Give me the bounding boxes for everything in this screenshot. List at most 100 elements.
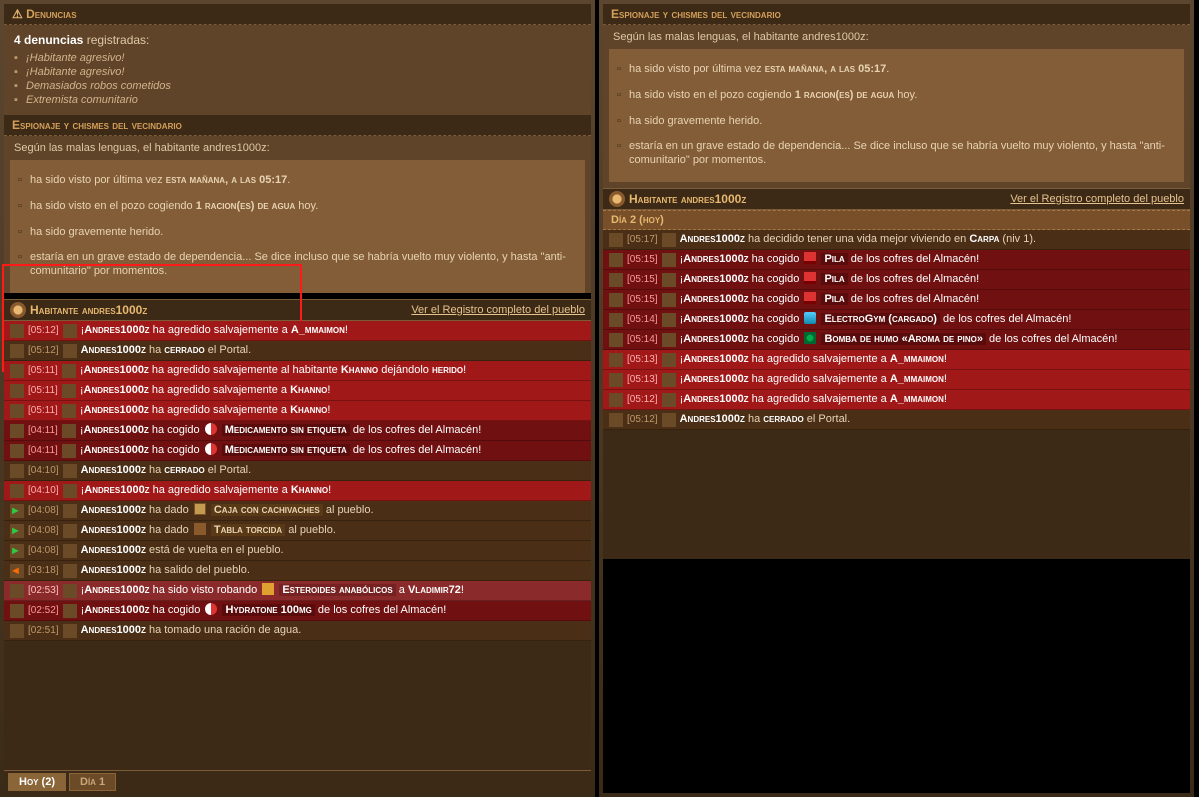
- gossip-item: estaría en un grave estado de dependenci…: [30, 245, 575, 285]
- entry-text: Andres1000z ha dado Caja con cachivaches…: [81, 503, 585, 518]
- citizen-icon: [609, 191, 625, 207]
- log-entry: [05:13]¡Andres1000z ha agredido salvajem…: [603, 350, 1190, 370]
- entry-text: Andres1000z ha cerrado el Portal.: [81, 463, 585, 478]
- entry-icon: [609, 313, 623, 327]
- entry-time: [02:53]: [28, 584, 59, 598]
- entry-sub-icon: [62, 424, 76, 438]
- complaints-title: Denuncias: [4, 4, 591, 25]
- entry-text: Andres1000z ha cerrado el Portal.: [81, 343, 585, 358]
- entry-time: [05:12]: [627, 413, 658, 427]
- entry-icon: [609, 353, 623, 367]
- log-entry: [04:10] Andres1000z ha cerrado el Portal.: [4, 461, 591, 481]
- entry-icon: [609, 293, 623, 307]
- complaint-item: Extremista comunitario: [26, 93, 581, 107]
- entry-sub-icon: [62, 444, 76, 458]
- entry-time: [02:52]: [28, 604, 59, 618]
- entry-sub-icon: [62, 404, 76, 418]
- gossip-item: ha sido gravemente herido.: [629, 109, 1174, 135]
- entry-time: [05:13]: [627, 373, 658, 387]
- entry-text: ¡Andres1000z ha cogido Bomba de humo «Ar…: [680, 332, 1184, 347]
- log-entry: [05:14] ¡Andres1000z ha cogido Bomba de h…: [603, 330, 1190, 350]
- log-entry: [02:53] ¡Andres1000z ha sido visto roband…: [4, 581, 591, 601]
- log-scroll-left[interactable]: [05:12] ¡Andres1000z ha agredido salvajem…: [4, 321, 591, 770]
- log-entry: [05:11] ¡Andres1000z ha agredido salvajem…: [4, 381, 591, 401]
- entry-icon: [10, 424, 24, 438]
- entry-text: ¡Andres1000z ha agredido salvajemente a …: [80, 383, 585, 398]
- full-log-link-left[interactable]: Ver el Registro completo del pueblo: [411, 304, 585, 316]
- gossip-list-right: ha sido visto por última vez esta mañana…: [609, 49, 1184, 182]
- entry-icon: [609, 333, 623, 347]
- entry-time: [05:11]: [28, 384, 58, 398]
- entry-text: Andres1000z ha dado Tabla torcida al pue…: [81, 523, 585, 538]
- entry-text: Andres1000z está de vuelta en el pueblo.: [81, 543, 585, 558]
- log-entry: [05:14]¡Andres1000z ha cogido ElectroGym…: [603, 310, 1190, 330]
- entry-text: Andres1000z ha salido del pueblo.: [81, 563, 585, 578]
- entry-sub-icon: [63, 344, 77, 358]
- entry-time: [04:11]: [28, 444, 58, 458]
- log-entry: [04:10]¡Andres1000z ha agredido salvajem…: [4, 481, 591, 501]
- entry-time: [04:08]: [28, 544, 59, 558]
- entry-time: [05:11]: [28, 404, 58, 418]
- log-entry: [05:15]¡Andres1000z ha cogido Pila de lo…: [603, 290, 1190, 310]
- day-heading: Día 2 (hoy): [603, 210, 1190, 230]
- gossip-item: estaría en un grave estado de dependenci…: [629, 134, 1174, 174]
- entry-time: [04:11]: [28, 424, 58, 438]
- gossip-intro-left: Según las malas lenguas, el habitante an…: [4, 136, 591, 156]
- entry-icon: [10, 404, 24, 418]
- entry-text: ¡Andres1000z ha cogido Medicamento sin e…: [80, 423, 585, 438]
- entry-time: [04:10]: [28, 484, 59, 498]
- entry-time: [05:14]: [627, 313, 658, 327]
- log-entry: [04:08]Andres1000z ha dado Tabla torcida…: [4, 521, 591, 541]
- entry-text: ¡Andres1000z ha agredido salvajemente a …: [680, 372, 1184, 387]
- log-entry: [05:12]¡Andres1000z ha agredido salvajem…: [603, 390, 1190, 410]
- day-tab[interactable]: Día 1: [69, 773, 116, 791]
- entry-sub-icon: [63, 564, 77, 578]
- log-entry: [04:11] ¡Andres1000z ha cogido Medicament…: [4, 441, 591, 461]
- log-entry: [05:12] Andres1000z ha cerrado el Portal.: [4, 341, 591, 361]
- log-entry: [05:11]¡Andres1000z ha agredido salvajem…: [4, 361, 591, 381]
- entry-text: ¡Andres1000z ha cogido Pila de los cofre…: [680, 292, 1184, 307]
- entry-icon: [10, 564, 24, 578]
- log-entry: [05:15]¡Andres1000z ha cogido Pila de lo…: [603, 270, 1190, 290]
- entry-time: [05:12]: [28, 344, 59, 358]
- entry-text: ¡Andres1000z ha cogido Hydratone 100mg d…: [81, 603, 585, 618]
- entry-sub-icon: [662, 293, 676, 307]
- entry-time: [05:17]: [627, 233, 658, 247]
- entry-time: [04:08]: [28, 504, 59, 518]
- entry-sub-icon: [662, 373, 676, 387]
- entry-sub-icon: [662, 393, 676, 407]
- day-tab[interactable]: Hoy (2): [8, 773, 66, 791]
- entry-time: [05:12]: [28, 324, 59, 338]
- gossip-block-right: Según las malas lenguas, el habitante an…: [603, 25, 1190, 188]
- gossip-title-left: Espionaje y chismes del vecindario: [4, 115, 591, 136]
- full-log-link-right[interactable]: Ver el Registro completo del pueblo: [1010, 193, 1184, 205]
- entry-text: Andres1000z ha cerrado el Portal.: [680, 412, 1184, 427]
- entry-icon: [10, 364, 24, 378]
- entry-icon: [10, 624, 24, 638]
- log-scroll-right[interactable]: [05:17]Andres1000z ha decidido tener una…: [603, 230, 1190, 559]
- entry-text: ¡Andres1000z ha agredido salvajemente a …: [80, 403, 585, 418]
- log-entry: [03:18]Andres1000z ha salido del pueblo.: [4, 561, 591, 581]
- entry-text: ¡Andres1000z ha sido visto robando Ester…: [81, 583, 585, 598]
- citizen-icon: [10, 302, 26, 318]
- log-entry: [04:08] Andres1000z está de vuelta en el …: [4, 541, 591, 561]
- entry-time: [05:15]: [627, 253, 658, 267]
- entry-time: [05:15]: [627, 273, 658, 287]
- entry-icon: [10, 604, 24, 618]
- entry-sub-icon: [63, 484, 77, 498]
- entry-time: [04:10]: [28, 464, 59, 478]
- empty-area: [603, 559, 1190, 793]
- log-header-label-right: Habitante andres1000z: [629, 192, 746, 206]
- log-entry: [05:17]Andres1000z ha decidido tener una…: [603, 230, 1190, 250]
- entry-icon: [609, 393, 623, 407]
- entry-text: ¡Andres1000z ha cogido Medicamento sin e…: [80, 443, 585, 458]
- entry-time: [05:14]: [627, 333, 658, 347]
- entry-icon: [10, 444, 24, 458]
- complaints-list: ¡Habitante agresivo!¡Habitante agresivo!…: [14, 51, 581, 107]
- entry-icon: [10, 524, 24, 538]
- entry-sub-icon: [662, 333, 676, 347]
- entry-sub-icon: [662, 273, 676, 287]
- entry-icon: [10, 484, 24, 498]
- day-tabs: Hoy (2)Día 1: [4, 770, 591, 793]
- gossip-block-left: Según las malas lenguas, el habitante an…: [4, 136, 591, 293]
